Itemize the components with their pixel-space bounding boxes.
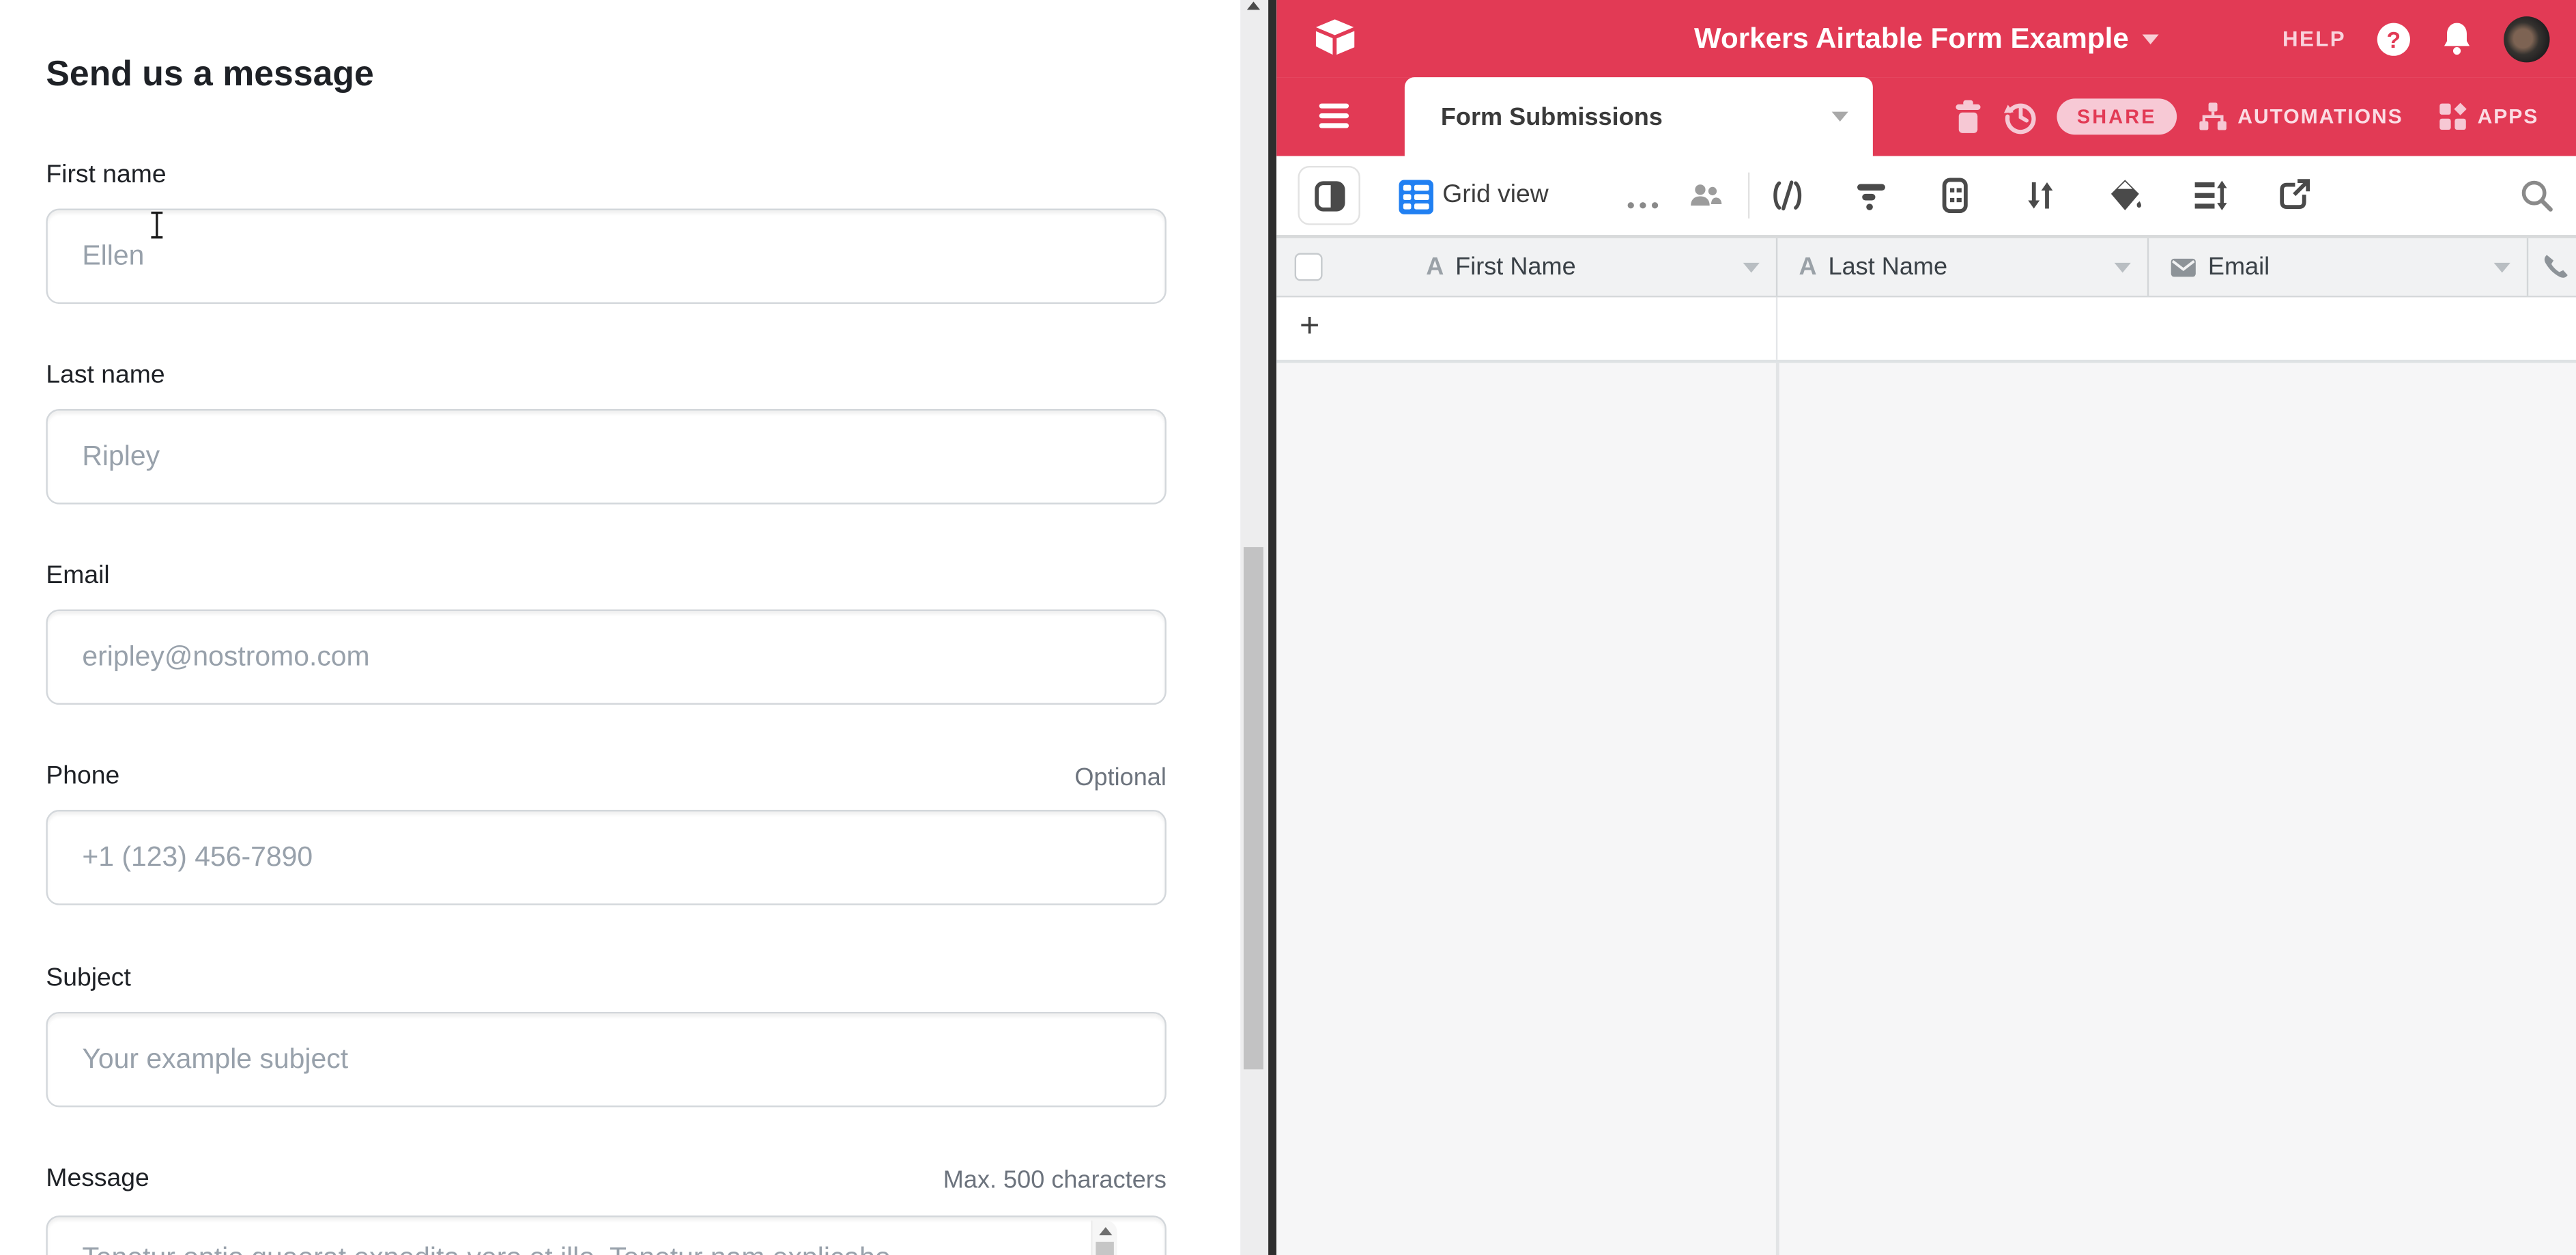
sidebar-toggle-icon xyxy=(1313,180,1345,211)
notifications-bell-icon[interactable] xyxy=(2442,21,2473,56)
scrollbar-thumb[interactable] xyxy=(1096,1242,1113,1255)
view-toolbar: Grid view xyxy=(1276,156,2576,235)
table-tab-label: Form Submissions xyxy=(1441,102,1663,130)
toolbar-divider xyxy=(1748,173,1749,218)
contact-form-pane: Send us a message First name Last name E… xyxy=(0,0,1240,1255)
history-icon[interactable] xyxy=(2001,97,2041,137)
last-name-label: Last name xyxy=(46,361,164,391)
chevron-down-icon[interactable] xyxy=(2494,263,2510,272)
airtable-topbar: Workers Airtable Form Example HELP ? xyxy=(1276,0,2576,77)
base-title: Workers Airtable Form Example xyxy=(1694,21,2129,56)
last-name-input[interactable] xyxy=(46,409,1167,505)
row-height-icon[interactable] xyxy=(2192,178,2228,214)
column-divider xyxy=(1776,297,1777,359)
automations-label: AUTOMATIONS xyxy=(2237,105,2403,128)
phone-input[interactable] xyxy=(46,810,1167,905)
column-label: Last Name xyxy=(1829,253,1948,281)
column-label: First Name xyxy=(1455,253,1576,281)
phone-label: Phone xyxy=(46,762,119,791)
tab-form-submissions[interactable]: Form Submissions xyxy=(1405,77,1873,156)
column-header-last-name[interactable]: A Last Name xyxy=(1776,238,2147,296)
screen: Send us a message First name Last name E… xyxy=(0,0,2576,1255)
email-input[interactable] xyxy=(46,610,1167,705)
grid-view-icon[interactable] xyxy=(1398,179,1434,215)
chevron-down-icon xyxy=(1832,112,1848,122)
grid-header-row: A First Name A Last Name Email xyxy=(1276,235,2576,297)
hide-fields-icon[interactable] xyxy=(1769,178,1805,214)
avatar[interactable] xyxy=(2504,16,2549,61)
apps-label: APPS xyxy=(2478,105,2539,128)
filter-icon[interactable] xyxy=(1853,178,1889,214)
subject-label: Subject xyxy=(46,964,130,993)
scroll-up-arrow-icon[interactable] xyxy=(1098,1227,1111,1235)
column-label: Email xyxy=(2208,253,2270,281)
phone-field-type-icon xyxy=(2541,253,2569,281)
column-header-email[interactable]: Email xyxy=(2147,238,2527,296)
message-scrollbar[interactable] xyxy=(1091,1221,1117,1255)
column-header-first-name[interactable]: A First Name xyxy=(1276,238,1776,296)
text-cursor-icon xyxy=(146,210,167,240)
collaborators-icon[interactable] xyxy=(1687,178,1723,214)
group-icon[interactable] xyxy=(1937,178,1973,214)
add-record-plus-icon[interactable]: + xyxy=(1300,307,1320,347)
chevron-down-icon xyxy=(2142,33,2158,43)
chevron-down-icon[interactable] xyxy=(2115,263,2131,272)
form-title: Send us a message xyxy=(46,54,373,95)
grid-body xyxy=(1276,363,2576,1255)
subject-input[interactable] xyxy=(46,1012,1167,1108)
scrollbar-thumb[interactable] xyxy=(1244,547,1263,1069)
help-question-icon[interactable]: ? xyxy=(2377,22,2410,55)
airtable-tabsbar: Form Submissions SHARE xyxy=(1276,77,2576,156)
help-button[interactable]: HELP xyxy=(2282,26,2346,51)
add-record-row[interactable]: + xyxy=(1276,297,2576,363)
share-view-icon[interactable] xyxy=(2276,178,2312,214)
first-name-input[interactable] xyxy=(46,209,1167,305)
automations-button[interactable]: AUTOMATIONS xyxy=(2198,77,2403,156)
search-icon[interactable] xyxy=(2519,178,2555,214)
menu-hamburger-icon[interactable] xyxy=(1319,104,1349,128)
first-name-label: First name xyxy=(46,161,166,191)
apps-icon xyxy=(2438,102,2467,131)
email-field-type-icon xyxy=(2171,257,2197,277)
sort-icon[interactable] xyxy=(2022,178,2059,214)
text-field-type-icon: A xyxy=(1799,253,1817,281)
apps-button[interactable]: APPS xyxy=(2438,77,2538,156)
chevron-down-icon[interactable] xyxy=(1743,263,1760,272)
email-label: Email xyxy=(46,562,109,591)
message-label: Message xyxy=(46,1165,149,1194)
window-divider xyxy=(1268,0,1276,1255)
phone-optional-note: Optional xyxy=(1074,764,1166,792)
text-field-type-icon: A xyxy=(1426,253,1444,281)
share-button[interactable]: SHARE xyxy=(2057,98,2177,135)
message-textarea[interactable] xyxy=(46,1215,1167,1255)
color-icon[interactable] xyxy=(2108,178,2144,214)
scroll-up-arrow-icon[interactable] xyxy=(1247,1,1260,10)
view-name[interactable]: Grid view xyxy=(1442,156,1549,235)
column-header-phone[interactable]: Phone xyxy=(2527,238,2576,296)
frozen-column-edge[interactable] xyxy=(1776,363,1779,1255)
toggle-sidebar-button[interactable] xyxy=(1298,166,1360,225)
trash-icon[interactable] xyxy=(1949,97,1988,137)
more-options-icon[interactable] xyxy=(1625,187,1661,223)
automations-icon xyxy=(2198,102,2227,131)
message-maxchars-note: Max. 500 characters xyxy=(943,1166,1167,1194)
form-pane-scrollbar[interactable] xyxy=(1240,0,1268,1255)
airtable-pane: Workers Airtable Form Example HELP ? For… xyxy=(1276,0,2576,1255)
